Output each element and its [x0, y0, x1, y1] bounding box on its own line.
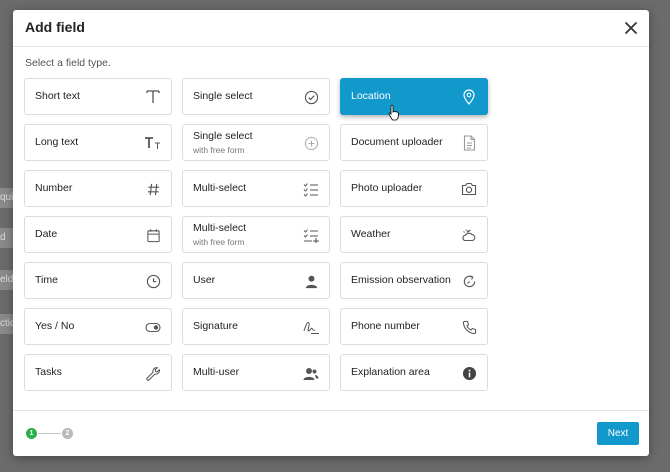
users-icon — [302, 364, 320, 382]
hash-icon — [144, 180, 162, 198]
document-icon — [460, 134, 478, 152]
weather-icon — [460, 226, 478, 244]
step-indicator-2: 2 — [62, 428, 73, 439]
checklist-icon — [302, 180, 320, 198]
field-type-option[interactable]: Document uploader — [340, 124, 488, 161]
background-text: d — [0, 228, 14, 248]
field-type-option[interactable]: Emission observation — [340, 262, 488, 299]
plus-circle-icon — [302, 134, 320, 152]
field-type-label: Photo uploader — [351, 182, 423, 194]
field-type-sublabel: with free form — [193, 145, 245, 155]
field-type-option[interactable]: Yes / No — [24, 308, 172, 345]
user-icon — [302, 272, 320, 290]
background-text: eld — [0, 270, 14, 290]
checklist-plus-icon — [302, 226, 320, 244]
field-type-option[interactable]: Location — [340, 78, 488, 115]
check-circle-icon — [302, 88, 320, 106]
clock-icon — [144, 272, 162, 290]
emission-icon — [460, 272, 478, 290]
field-type-option[interactable]: Multi-select with free form — [182, 216, 330, 253]
field-type-label: Signature — [193, 320, 238, 332]
close-icon — [625, 22, 637, 34]
field-type-label: Weather — [351, 228, 391, 240]
field-type-label: Date — [35, 228, 58, 240]
step-indicator-1: 1 — [26, 428, 37, 439]
field-type-option[interactable]: Phone number — [340, 308, 488, 345]
calendar-icon — [144, 226, 162, 244]
field-type-option[interactable]: Short text — [24, 78, 172, 115]
modal-title: Add field — [25, 19, 85, 35]
field-type-option[interactable]: Photo uploader — [340, 170, 488, 207]
step-connector — [38, 433, 61, 434]
field-type-option[interactable]: Date — [24, 216, 172, 253]
field-type-label: Tasks — [35, 366, 62, 378]
field-type-label: Emission observation — [351, 274, 451, 286]
field-type-option[interactable]: Weather — [340, 216, 488, 253]
field-type-option[interactable]: Number — [24, 170, 172, 207]
field-type-label: Long text — [35, 136, 79, 148]
field-type-option[interactable]: Signature — [182, 308, 330, 345]
signature-icon — [302, 318, 320, 336]
wrench-icon — [144, 364, 162, 382]
field-type-label: Explanation area — [351, 366, 430, 378]
field-type-option[interactable]: Multi-user — [182, 354, 330, 391]
background-text: ctio — [0, 314, 14, 334]
add-field-modal: Add field Select a field type. Short tex… — [13, 10, 649, 456]
field-type-label: Short text — [35, 90, 80, 102]
field-type-sublabel: with free form — [193, 237, 245, 247]
field-type-option[interactable]: Explanation area — [340, 354, 488, 391]
field-type-label: Multi-user — [193, 366, 240, 378]
field-type-option[interactable]: Multi-select — [182, 170, 330, 207]
field-type-label: Location — [351, 90, 391, 102]
field-type-label: Time — [35, 274, 58, 286]
modal-header: Add field — [13, 10, 649, 47]
mouse-pointer-icon — [388, 105, 399, 121]
field-type-option[interactable]: Single select — [182, 78, 330, 115]
field-type-label: Phone number — [351, 320, 420, 332]
text-icon — [144, 88, 162, 106]
field-type-option[interactable]: Tasks — [24, 354, 172, 391]
field-type-label: Number — [35, 182, 73, 194]
text-size-icon — [144, 134, 162, 152]
field-type-label: User — [193, 274, 216, 286]
field-type-label: Single select — [193, 90, 253, 102]
location-pin-icon — [460, 88, 478, 106]
field-type-label: Single select — [193, 130, 253, 142]
background-text: qui — [0, 188, 14, 208]
field-type-option[interactable]: Single select with free form — [182, 124, 330, 161]
field-type-label: Yes / No — [35, 320, 75, 332]
field-type-label: Multi-select — [193, 222, 247, 234]
field-type-label: Document uploader — [351, 136, 443, 148]
toggle-icon — [144, 318, 162, 336]
modal-subtitle: Select a field type. — [25, 57, 111, 69]
field-type-option[interactable]: User — [182, 262, 330, 299]
field-type-label: Multi-select — [193, 182, 247, 194]
info-icon — [460, 364, 478, 382]
modal-footer: 1 2 Next — [13, 410, 649, 456]
next-button[interactable]: Next — [597, 422, 639, 445]
field-type-option[interactable]: Long text — [24, 124, 172, 161]
field-type-option[interactable]: Time — [24, 262, 172, 299]
close-button[interactable] — [623, 20, 639, 36]
camera-icon — [460, 180, 478, 198]
phone-icon — [460, 318, 478, 336]
